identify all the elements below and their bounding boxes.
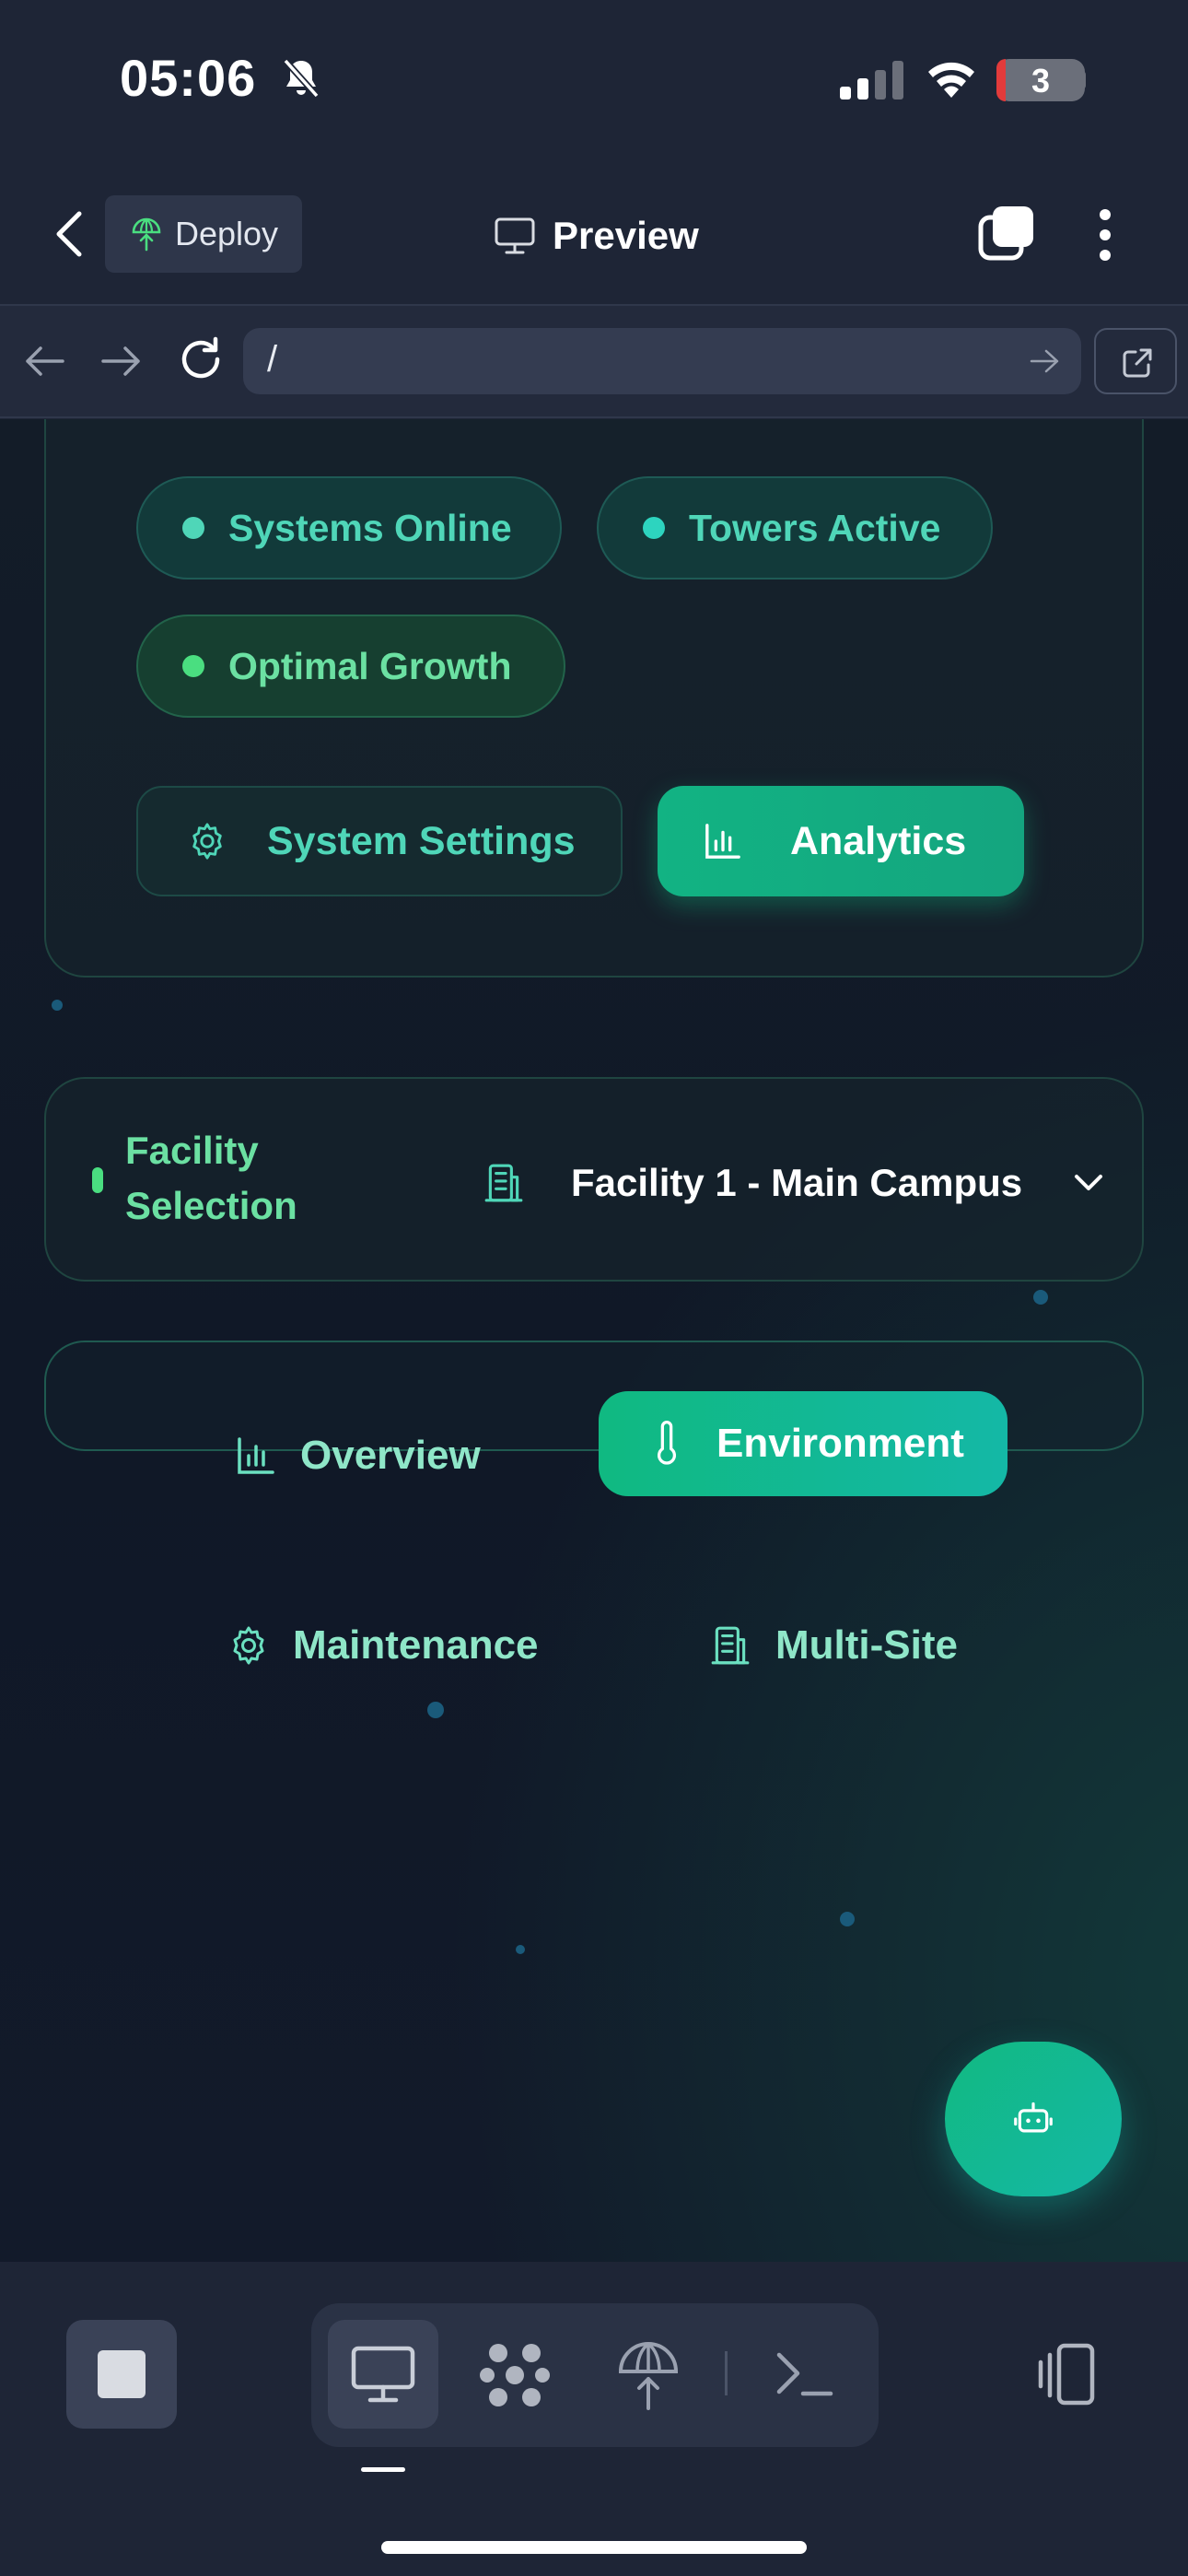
status-dot bbox=[182, 517, 204, 539]
facility-title: Facility Selection bbox=[125, 1129, 297, 1227]
open-external-button[interactable] bbox=[1094, 328, 1177, 394]
status-pill-label: Optimal Growth bbox=[228, 644, 512, 687]
monitor-icon bbox=[495, 217, 535, 254]
decor-dot bbox=[516, 1945, 525, 1954]
status-time: 05:06 bbox=[120, 49, 257, 107]
bar-chart-icon bbox=[238, 1437, 274, 1474]
home-indicator bbox=[381, 2541, 807, 2554]
battery-tip bbox=[1079, 71, 1086, 89]
status-pill-towers-active: Towers Active bbox=[597, 476, 993, 580]
rotate-device-icon[interactable] bbox=[1031, 2340, 1101, 2410]
chevron-down-icon bbox=[1075, 1175, 1103, 1190]
gear-icon bbox=[192, 823, 222, 860]
tab-multisite[interactable]: Multi-Site bbox=[709, 1604, 958, 1687]
tab-maintenance[interactable]: Maintenance bbox=[228, 1604, 539, 1687]
analytics-button[interactable]: Analytics bbox=[658, 786, 1024, 896]
preview-title: Preview bbox=[494, 208, 699, 263]
url-text: / bbox=[267, 339, 278, 380]
arrow-left-icon[interactable] bbox=[22, 343, 66, 380]
deploy-icon[interactable] bbox=[611, 2338, 685, 2412]
tab-multisite-label: Multi-Site bbox=[775, 1622, 958, 1668]
desktop-view-button[interactable] bbox=[328, 2320, 438, 2429]
status-dot bbox=[182, 655, 204, 677]
back-chevron-icon[interactable] bbox=[52, 208, 88, 260]
tab-environment-label: Environment bbox=[716, 1421, 964, 1466]
facility-indicator bbox=[92, 1167, 103, 1193]
more-vertical-icon[interactable] bbox=[1094, 208, 1116, 262]
facility-card: Facility Selection Facility 1 - Main Cam… bbox=[44, 1077, 1144, 1282]
deploy-icon bbox=[132, 217, 161, 252]
reload-icon[interactable] bbox=[177, 335, 225, 383]
battery-level: 3 bbox=[1031, 62, 1051, 100]
web-content: Systems Online Towers Active Optimal Gro… bbox=[0, 419, 1188, 2262]
bell-slash-icon bbox=[283, 58, 320, 99]
tab-maintenance-label: Maintenance bbox=[293, 1622, 539, 1668]
url-input[interactable] bbox=[243, 328, 1081, 394]
external-link-icon bbox=[1123, 348, 1152, 378]
tab-overview[interactable]: Overview bbox=[236, 1414, 481, 1497]
decor-dot bbox=[52, 1000, 63, 1011]
wifi-icon bbox=[928, 62, 974, 98]
facility-dropdown[interactable]: Facility 1 - Main Campus bbox=[442, 1143, 1105, 1223]
terminal-icon[interactable] bbox=[768, 2338, 842, 2412]
thermometer-icon bbox=[658, 1421, 676, 1465]
decor-dot bbox=[427, 1702, 444, 1718]
tab-environment[interactable]: Environment bbox=[599, 1391, 1007, 1496]
gear-icon bbox=[233, 1626, 264, 1665]
cellular-icon bbox=[840, 61, 903, 100]
tab-overview-label: Overview bbox=[300, 1433, 481, 1478]
workflow-icon[interactable] bbox=[478, 2338, 552, 2412]
battery-icon: 3 bbox=[996, 59, 1085, 101]
preview-label: Preview bbox=[553, 214, 699, 257]
system-settings-button[interactable]: System Settings bbox=[136, 786, 623, 896]
analytics-label: Analytics bbox=[790, 818, 967, 863]
status-pill-systems-online: Systems Online bbox=[136, 476, 562, 580]
status-pill-label: Systems Online bbox=[228, 506, 512, 549]
tabs-icon[interactable] bbox=[978, 205, 1035, 262]
building-icon bbox=[484, 1164, 523, 1202]
decor-dot bbox=[1033, 1290, 1048, 1305]
status-pill-label: Towers Active bbox=[689, 506, 941, 549]
dashboard-card: Systems Online Towers Active Optimal Gro… bbox=[44, 419, 1144, 978]
desktop-icon bbox=[351, 2346, 415, 2403]
system-settings-label: System Settings bbox=[267, 818, 576, 863]
deploy-label: Deploy bbox=[175, 215, 279, 252]
deploy-button[interactable]: Deploy bbox=[105, 195, 302, 273]
stop-icon bbox=[98, 2350, 146, 2398]
building-icon bbox=[711, 1626, 750, 1665]
bar-chart-icon bbox=[705, 824, 740, 859]
status-pill-optimal-growth: Optimal Growth bbox=[136, 615, 565, 718]
active-view-indicator bbox=[361, 2467, 405, 2472]
facility-selected-value: Facility 1 - Main Campus bbox=[571, 1161, 1023, 1204]
assistant-fab[interactable] bbox=[945, 2042, 1122, 2196]
stop-button[interactable] bbox=[66, 2320, 177, 2429]
status-dot bbox=[643, 517, 665, 539]
toolbar-divider bbox=[725, 2351, 728, 2395]
decor-dot bbox=[840, 1912, 855, 1926]
arrow-right-icon[interactable] bbox=[99, 343, 144, 380]
go-arrow-icon[interactable] bbox=[1030, 348, 1061, 374]
robot-icon bbox=[1014, 2102, 1053, 2133]
